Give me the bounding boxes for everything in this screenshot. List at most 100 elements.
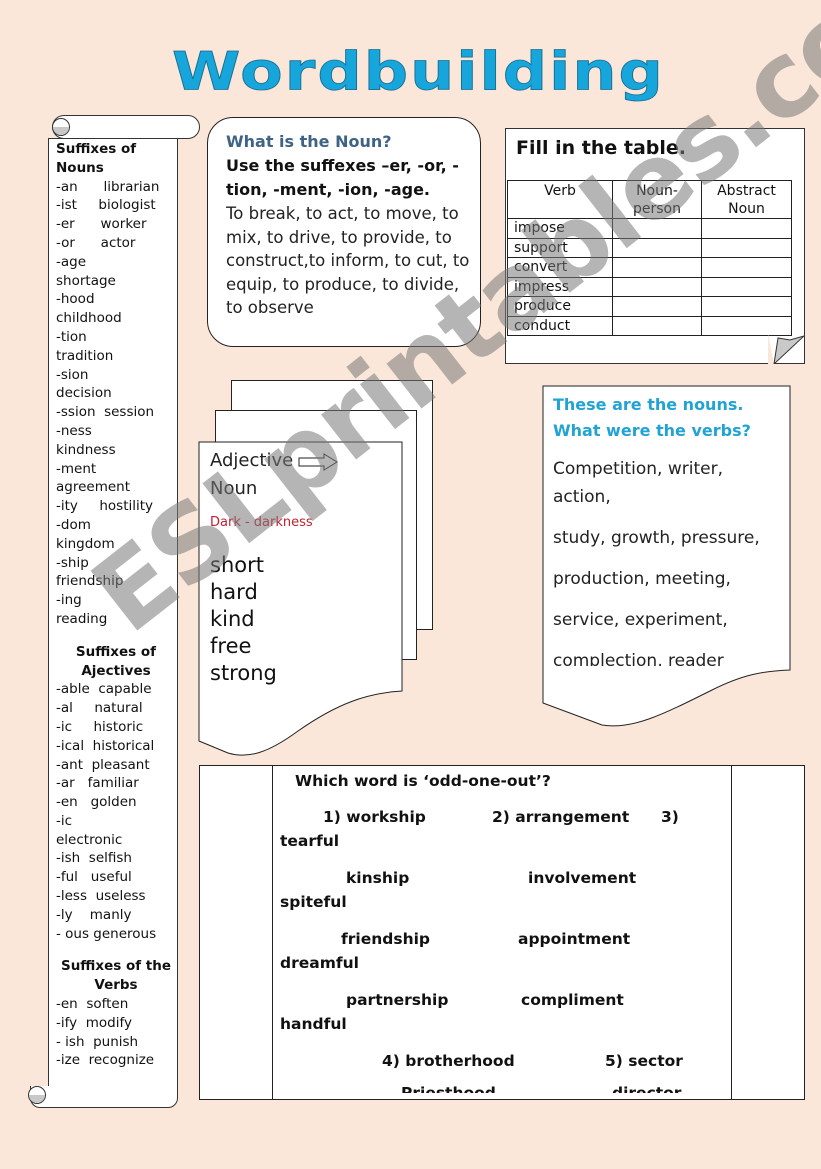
suffix-item: -ship [56, 554, 89, 571]
table-row: impress [507, 276, 792, 297]
noun-exercise-box: What is the Noun? Use the suffexes –er, … [207, 117, 481, 347]
suffix-item: -dom [56, 516, 91, 533]
odd-one-out-word: 3) [661, 808, 679, 826]
odd-one-out-word: 5) sector [605, 1052, 683, 1070]
answer-cell[interactable] [612, 257, 702, 278]
odd-one-out-content: Which word is ‘odd-one-out’? 1) workship… [274, 766, 731, 1093]
verb-cell: conduct [507, 315, 613, 336]
suffix-item: -ical historical [56, 737, 155, 754]
suffix-item: - ish punish [56, 1033, 139, 1050]
answer-cell[interactable] [701, 218, 792, 239]
suffix-item: -hood [56, 291, 95, 308]
suffix-item: -ic [56, 812, 73, 829]
noun-question: What is the Noun? [226, 132, 392, 151]
adjective-word: hard [210, 580, 258, 604]
suffix-item: -er worker [56, 216, 147, 233]
noun-line: complection, reader [553, 651, 724, 666]
verb-cell: produce [507, 296, 613, 317]
noun-instruction: Use the suffexes –er, -or, -tion, -ment,… [226, 156, 459, 199]
suffix-item: kindness [56, 441, 116, 458]
column-header: Abstract Noun [701, 180, 792, 219]
suffix-item: -ize recognize [56, 1052, 155, 1069]
suffix-item: -ity hostility [56, 498, 154, 515]
suffix-item: -or actor [56, 234, 136, 251]
table-row: impose [507, 218, 792, 239]
suffix-item: -ar familiar [56, 775, 139, 792]
suffix-item: -al natural [56, 700, 143, 717]
suffix-item: -ness [56, 422, 92, 439]
table-row: support [507, 237, 792, 258]
odd-one-out-word: appointment [518, 930, 631, 948]
nouns-heading-1: These are the nouns. [553, 395, 744, 414]
adjective-word-list: short hard kind free strong [210, 552, 395, 687]
suffix-item: -ist biologist [56, 197, 156, 214]
suffix-item: -ify modify [56, 1014, 132, 1031]
suffix-item: -age [56, 253, 87, 270]
table-row: conduct [507, 315, 792, 336]
verb-cell: convert [507, 257, 613, 278]
adjectives-heading: Suffixes of Ajectives [75, 643, 157, 679]
table-row: convert [507, 257, 792, 278]
noun-suffix-list: -an librarian -ist biologist -er worker -or… [56, 178, 176, 629]
suffix-item: decision [56, 385, 112, 402]
suffix-item: friendship [56, 573, 124, 590]
suffix-item: -tion [56, 328, 87, 345]
odd-one-out-word: handful [280, 1015, 347, 1033]
odd-one-out-word: 1) workship [323, 808, 426, 826]
suffix-item: -ic historic [56, 718, 144, 735]
odd-one-out-word: dreamful [280, 954, 359, 972]
fill-table-card: Fill in the table. Verb Noun-person Abst… [505, 128, 805, 364]
suffix-item: -ment [56, 460, 97, 477]
suffix-item: -ssion session [56, 404, 155, 421]
adjective-word: kind [210, 607, 255, 631]
nouns-heading: Suffixes of Nouns [56, 141, 137, 176]
fill-table: Verb Noun-person Abstract Noun impose sup… [507, 180, 792, 336]
nouns-heading-2: What were the verbs? [553, 421, 751, 440]
suffix-item: shortage [56, 272, 116, 289]
nouns-to-verbs-card: These are the nouns. What were the verbs… [553, 392, 783, 666]
odd-one-out-word: spiteful [280, 893, 347, 911]
answer-cell[interactable] [701, 296, 792, 317]
odd-one-out-word: friendship [341, 930, 431, 948]
answer-cell[interactable] [701, 315, 792, 336]
odd-one-out-word: Priesthood [401, 1084, 496, 1093]
example-text: Dark - darkness [210, 515, 313, 530]
answer-cell[interactable] [612, 315, 702, 336]
page-title: Wordbuilding [172, 40, 665, 103]
column-divider [272, 766, 273, 1099]
suffix-item: reading [56, 610, 108, 627]
arrow-right-icon [298, 453, 338, 471]
suffix-item: -ful useful [56, 869, 132, 886]
suffix-item: -an librarian [56, 178, 160, 195]
noun-line: service, experiment, [553, 610, 728, 630]
odd-one-out-word: 4) brotherhood [382, 1052, 515, 1070]
answer-cell[interactable] [701, 276, 792, 297]
answer-cell[interactable] [612, 237, 702, 258]
noun-line: production, meeting, [553, 569, 731, 589]
suffix-list: Suffixes of Nouns -an librarian -ist biol… [56, 140, 176, 1070]
scroll-top-roll [52, 115, 200, 139]
adjective-label: Adjective [210, 450, 294, 471]
column-divider [731, 766, 732, 1099]
suffix-item: -ish selfish [56, 850, 132, 867]
noun-line: study, growth, pressure, [553, 528, 760, 548]
noun-label: Noun [210, 478, 258, 499]
suffix-item: -less useless [56, 888, 146, 905]
scroll-curl-icon [28, 1086, 46, 1104]
adjective-word: strong [210, 661, 277, 685]
suffix-item: -ant pleasant [56, 756, 150, 773]
answer-cell[interactable] [701, 257, 792, 278]
table-row: produce [507, 296, 792, 317]
suffix-item: electronic [56, 831, 123, 848]
suffix-item: -sion [56, 366, 89, 383]
scroll-curl-icon [52, 118, 70, 136]
odd-one-out-word: involvement [528, 869, 637, 887]
answer-cell[interactable] [612, 218, 702, 239]
answer-cell[interactable] [612, 296, 702, 317]
column-header: Noun-person [612, 180, 702, 219]
answer-cell[interactable] [612, 276, 702, 297]
answer-cell[interactable] [701, 237, 792, 258]
odd-one-out-question: Which word is ‘odd-one-out’? [295, 772, 551, 790]
odd-one-out-word: director [612, 1084, 682, 1093]
suffix-item: -en golden [56, 794, 137, 811]
